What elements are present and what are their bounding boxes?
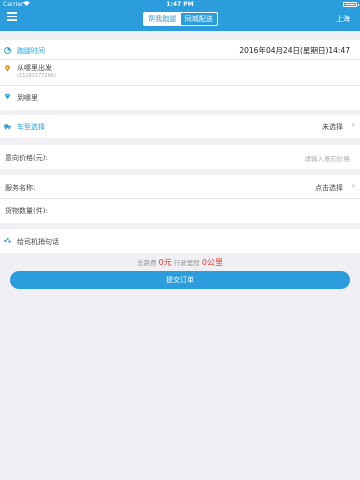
from-address-label: 从哪里出发: [17, 64, 52, 72]
to-address-row[interactable]: 到哪里: [0, 86, 360, 110]
diamond-pin-icon: [4, 93, 11, 100]
status-bar: Carrier 1:47 PM: [0, 0, 360, 9]
from-address-row[interactable]: 从哪里出发 (15183277266): [0, 60, 360, 86]
city-selector[interactable]: 上海: [336, 14, 350, 24]
tab-errand[interactable]: 帮我跑腿: [144, 13, 181, 25]
tab-city-delivery[interactable]: 同城配送: [181, 13, 218, 25]
chevron-right-icon: ›: [351, 120, 355, 129]
battery-icon: [343, 2, 359, 7]
errand-time-label: 跑腿时间: [17, 47, 45, 55]
vehicle-value: 未选择: [322, 123, 343, 131]
from-phone: (15183277266): [17, 73, 56, 79]
top-bar: Carrier 1:47 PM 帮我跑腿 同城配送 上海: [0, 0, 360, 31]
quantity-row: 货物数量(件):: [0, 199, 360, 223]
price-label: 意向价格(元):: [5, 154, 48, 162]
distance-label: 行驶里程: [173, 259, 200, 267]
location-pin-icon: [4, 65, 11, 72]
menu-icon[interactable]: [7, 12, 17, 21]
message-section: 给司机捎句话: [0, 229, 360, 253]
message-dots-icon: [4, 238, 11, 243]
quantity-input[interactable]: [290, 206, 350, 216]
goods-section: 服务名称: 点击选择 › 货物数量(件):: [0, 175, 360, 223]
truck-icon: [4, 124, 11, 130]
message-row[interactable]: 给司机捎句话: [0, 229, 360, 253]
vehicle-label: 车型选择: [17, 123, 45, 131]
route-section: 跑腿时间 2016年04月24日(星期日)14:47 从哪里出发 (151832…: [0, 40, 360, 110]
total-fee-value: 0元: [158, 258, 172, 267]
price-input[interactable]: 请输入意向价格: [305, 153, 351, 163]
to-address-label: 到哪里: [17, 94, 38, 102]
vehicle-row[interactable]: 车型选择 未选择 ›: [0, 115, 360, 138]
service-label: 服务名称:: [5, 184, 36, 192]
errand-time-value: 2016年04月24日(星期日)14:47: [239, 46, 350, 55]
clock-icon: [4, 47, 11, 54]
distance-value: 0公里: [201, 258, 223, 267]
price-section: 意向价格(元): 请输入意向价格: [0, 145, 360, 169]
chevron-right-icon: ›: [351, 181, 355, 190]
service-row[interactable]: 服务名称: 点击选择 ›: [0, 175, 360, 199]
total-fee-label: 总路费: [137, 259, 157, 267]
message-label: 给司机捎句话: [17, 238, 59, 246]
quantity-label: 货物数量(件):: [5, 207, 48, 215]
vehicle-section: 车型选择 未选择 ›: [0, 115, 360, 138]
fee-summary: 总路费 0元 行驶里程 0公里: [0, 257, 360, 268]
status-time: 1:47 PM: [166, 1, 194, 8]
service-segmented-control: 帮我跑腿 同城配送: [143, 12, 218, 26]
service-value: 点击选择: [315, 184, 343, 192]
submit-order-button[interactable]: 提交订单: [10, 271, 350, 289]
errand-time-row[interactable]: 跑腿时间 2016年04月24日(星期日)14:47: [0, 40, 360, 60]
price-row: 意向价格(元): 请输入意向价格: [0, 145, 360, 169]
